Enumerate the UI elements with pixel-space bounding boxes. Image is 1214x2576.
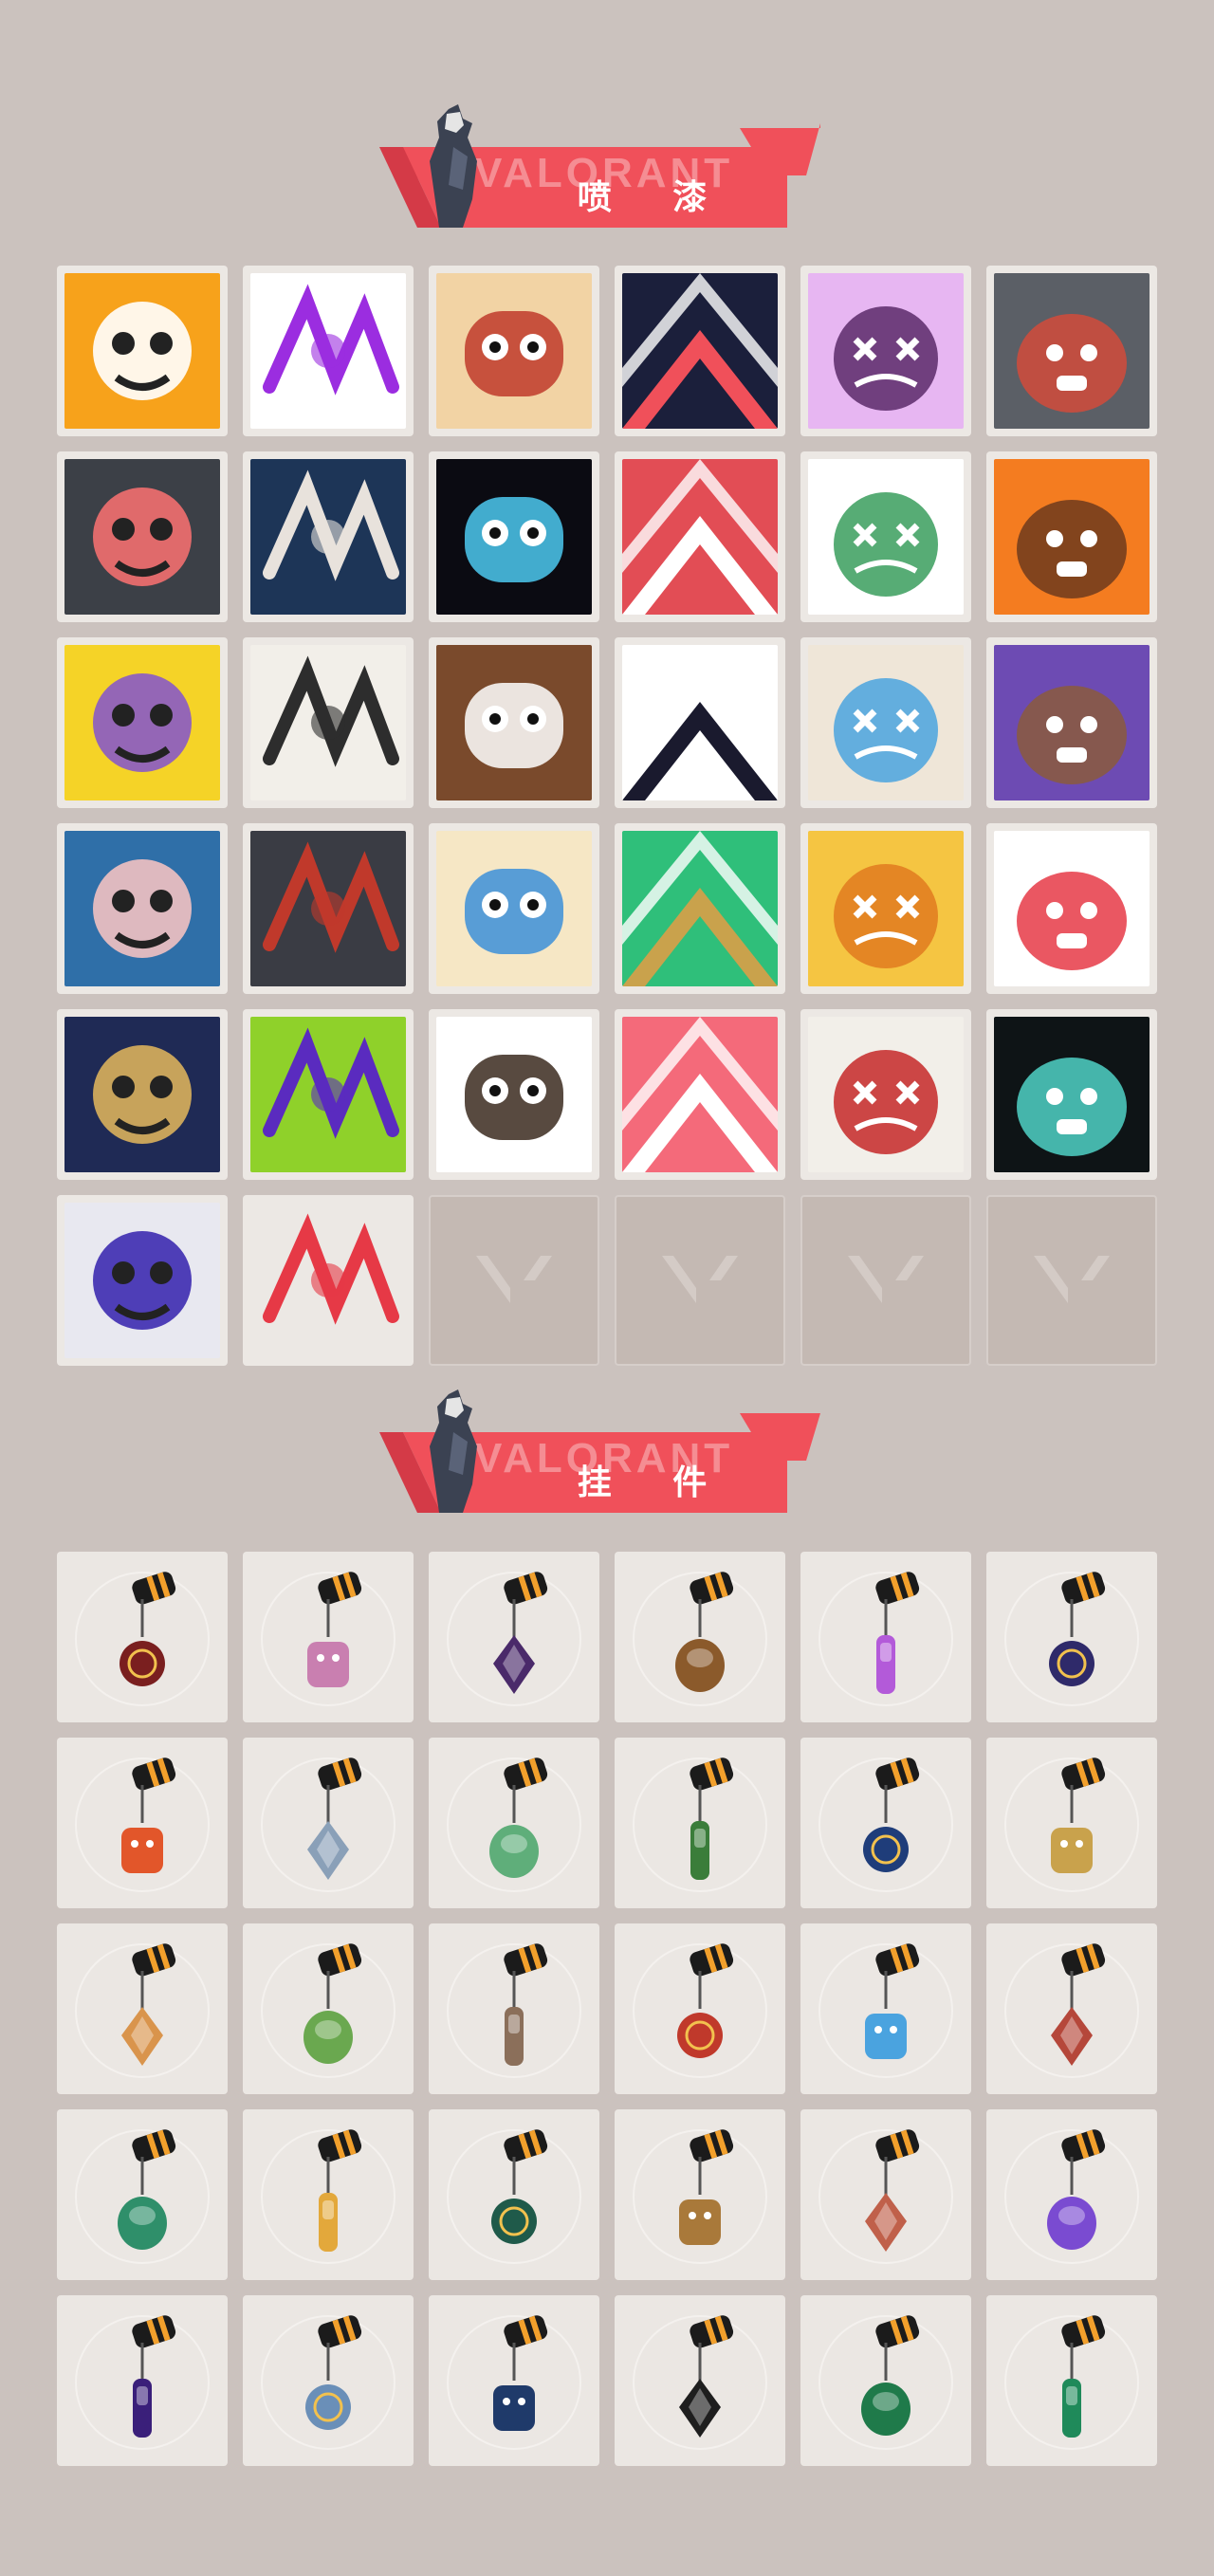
buddy-tile[interactable] [57,2109,228,2280]
black-v-badge-buddy-icon [633,2315,767,2450]
buddy-tile[interactable] [615,1738,785,1908]
buddy-tile[interactable] [615,2109,785,2280]
buddy-tile[interactable] [57,1738,228,1908]
buddy-tile[interactable] [615,1552,785,1722]
page: { "background_color": "#cbc2be", "accent… [0,0,1214,2576]
ufo-buddy-icon [261,2315,395,2450]
mech-warrior-buddy-icon [633,1943,767,2078]
golden-robot-buddy-icon [1004,1757,1139,1892]
buddy-tile[interactable] [57,1552,228,1722]
buddy-tile[interactable] [243,1923,414,2094]
buddy-tile[interactable] [800,2109,971,2280]
buddy-tile[interactable] [800,1738,971,1908]
lava-lamp-buddy-icon [819,1572,953,1706]
buddies-title: 挂 件 [577,1463,732,1502]
buddy-tile[interactable] [429,2295,599,2466]
ep8-purple-medallion-buddy-icon [75,2315,210,2450]
buddy-tile[interactable] [986,2109,1157,2280]
buddy-tile[interactable] [429,1738,599,1908]
buddy-tile[interactable] [800,1552,971,1722]
green-v-gem-buddy-icon [819,2315,953,2450]
fox-buddy-icon [75,1943,210,2078]
buddies-section: VALORANT 挂 件 [0,0,1214,2576]
ep9-medallion-buddy-icon [447,1572,581,1706]
ep9-medallion-dark-buddy-icon [1004,1572,1139,1706]
green-frog-buddy-icon [261,1943,395,2078]
cupcake-buddy-icon [261,1572,395,1706]
buddy-tile[interactable] [800,1923,971,2094]
soda-can-buddy-icon [633,1757,767,1892]
raccoon-buddy-icon [447,1943,581,2078]
buddy-tile[interactable] [800,2295,971,2466]
buddy-tile[interactable] [615,2295,785,2466]
ep9-blue-medallion-buddy-icon [819,1757,953,1892]
buddy-tile[interactable] [986,1923,1157,2094]
buddy-tile[interactable] [429,2109,599,2280]
crate-buddy-icon [633,1572,767,1706]
buddy-tile[interactable] [615,1923,785,2094]
buddy-tile[interactable] [986,2295,1157,2466]
buddy-tile[interactable] [57,2295,228,2466]
ep8-green-medallion-buddy-icon [447,2129,581,2264]
buddy-tile[interactable] [429,1923,599,2094]
buddy-tile[interactable] [243,1552,414,1722]
buddy-tile[interactable] [243,2295,414,2466]
bottle-buddy-icon [819,2129,953,2264]
sun-cloud-buddy-icon [261,2129,395,2264]
skewer-buddy-icon [75,1757,210,1892]
purple-flame-flower-buddy-icon [1004,2129,1139,2264]
braided-cord-buddy-icon [75,1572,210,1706]
ep7-medallion-buddy-icon [447,2315,581,2450]
agent-figure-buddy-icon [261,1757,395,1892]
buddy-tile[interactable] [243,2109,414,2280]
buddy-tile[interactable] [429,1552,599,1722]
red-octopus-buddy-icon [1004,1943,1139,2078]
buddies-banner: VALORANT 挂 件 [375,1389,820,1513]
buddy-tile[interactable] [986,1738,1157,1908]
blue-crystal-blade-buddy-icon [819,1943,953,2078]
green-diamond-buddy-icon [75,2129,210,2264]
green-e-gem-buddy-icon [1004,2315,1139,2450]
agent-character-icon [430,1389,477,1513]
robot-buddy-icon [447,1757,581,1892]
buddy-tile[interactable] [986,1552,1157,1722]
pretzel-buddy-icon [633,2129,767,2264]
buddy-tile[interactable] [57,1923,228,2094]
buddy-tile[interactable] [243,1738,414,1908]
